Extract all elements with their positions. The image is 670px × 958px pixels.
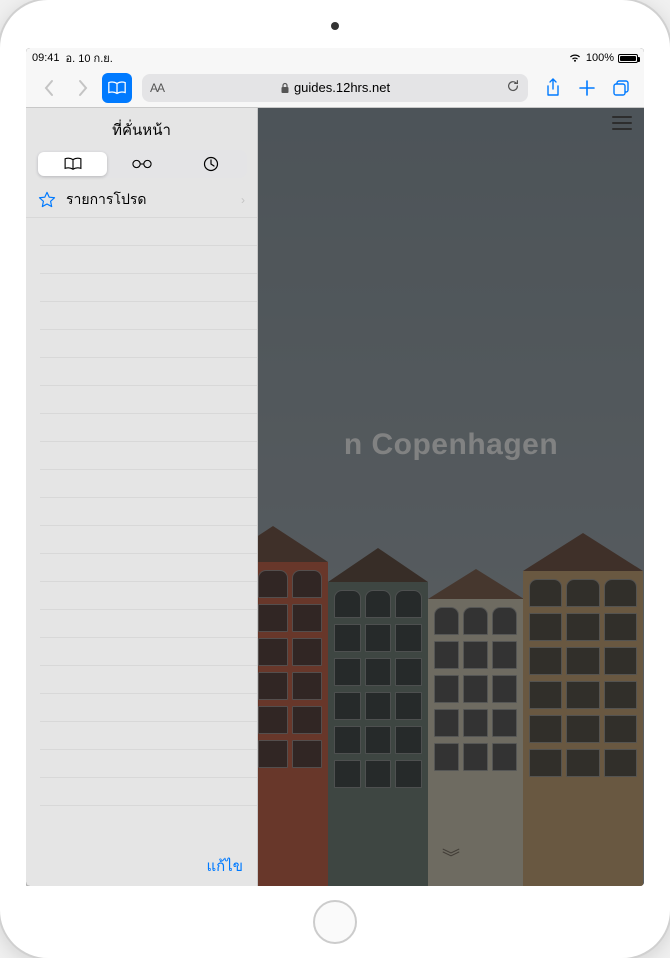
status-bar: 09:41 อ. 10 ก.ย. 100% xyxy=(26,48,644,68)
share-button[interactable] xyxy=(538,73,568,103)
sidebar-title: ที่คั่นหน้า xyxy=(26,108,257,150)
ipad-frame: 09:41 อ. 10 ก.ย. 100% xyxy=(0,0,670,958)
list-item xyxy=(40,666,257,694)
battery-pct: 100% xyxy=(586,52,614,64)
url-text: guides.12hrs.net xyxy=(294,80,390,95)
forward-button[interactable] xyxy=(68,73,98,103)
list-item xyxy=(40,722,257,750)
sidebar-footer: แก้ไข xyxy=(26,846,257,886)
list-item xyxy=(40,330,257,358)
web-page: n Copenhagen SCROLL xyxy=(258,108,644,886)
list-item xyxy=(40,554,257,582)
list-item xyxy=(40,526,257,554)
edit-button[interactable]: แก้ไข xyxy=(206,854,243,878)
bookmarks-button[interactable] xyxy=(102,73,132,103)
reload-button[interactable] xyxy=(506,79,520,96)
list-item xyxy=(40,386,257,414)
list-item xyxy=(40,470,257,498)
list-item xyxy=(40,610,257,638)
list-item xyxy=(40,218,257,246)
list-item xyxy=(40,498,257,526)
segment-bookmarks[interactable] xyxy=(38,152,107,176)
list-item xyxy=(40,358,257,386)
book-icon xyxy=(107,80,127,96)
reload-icon xyxy=(506,79,520,93)
lock-icon xyxy=(280,82,290,94)
reader-button[interactable]: AA xyxy=(150,81,164,95)
share-icon xyxy=(545,78,561,98)
tabs-icon xyxy=(612,79,630,97)
list-item xyxy=(40,694,257,722)
dim-overlay xyxy=(258,108,644,886)
list-item xyxy=(40,442,257,470)
battery-icon xyxy=(618,54,638,63)
chevron-down-icon[interactable]: ︾ xyxy=(442,844,460,870)
glasses-icon xyxy=(132,158,152,170)
plus-icon xyxy=(578,79,596,97)
home-button[interactable] xyxy=(313,900,357,944)
tabs-button[interactable] xyxy=(606,73,636,103)
chevron-right-icon: › xyxy=(241,193,245,207)
back-button[interactable] xyxy=(34,73,64,103)
safari-toolbar: AA guides.12hrs.net xyxy=(26,68,644,108)
list-item xyxy=(40,414,257,442)
favorites-label: รายการโปรด xyxy=(66,189,231,211)
list-item xyxy=(40,246,257,274)
star-icon xyxy=(38,191,56,209)
segment-reading-list[interactable] xyxy=(107,152,176,176)
wifi-icon xyxy=(568,53,582,63)
list-item xyxy=(40,638,257,666)
segment-history[interactable] xyxy=(176,152,245,176)
clock-icon xyxy=(203,156,219,172)
bookmarks-sidebar: ที่คั่นหน้า xyxy=(26,108,258,886)
bookmarks-list[interactable] xyxy=(26,218,257,846)
content-area: ที่คั่นหน้า xyxy=(26,108,644,886)
chevron-right-icon xyxy=(76,79,90,97)
address-bar[interactable]: AA guides.12hrs.net xyxy=(142,74,528,102)
status-date: อ. 10 ก.ย. xyxy=(66,49,113,67)
sidebar-segmented-control[interactable] xyxy=(36,150,247,178)
list-item xyxy=(40,582,257,610)
favorites-folder[interactable]: รายการโปรด › xyxy=(26,182,257,218)
new-tab-button[interactable] xyxy=(572,73,602,103)
list-item xyxy=(40,778,257,806)
camera-dot xyxy=(331,22,339,30)
book-icon xyxy=(63,157,83,171)
list-item xyxy=(40,302,257,330)
chevron-left-icon xyxy=(42,79,56,97)
list-item xyxy=(40,750,257,778)
status-time: 09:41 xyxy=(32,52,60,64)
list-item xyxy=(40,274,257,302)
screen: 09:41 อ. 10 ก.ย. 100% xyxy=(26,48,644,886)
